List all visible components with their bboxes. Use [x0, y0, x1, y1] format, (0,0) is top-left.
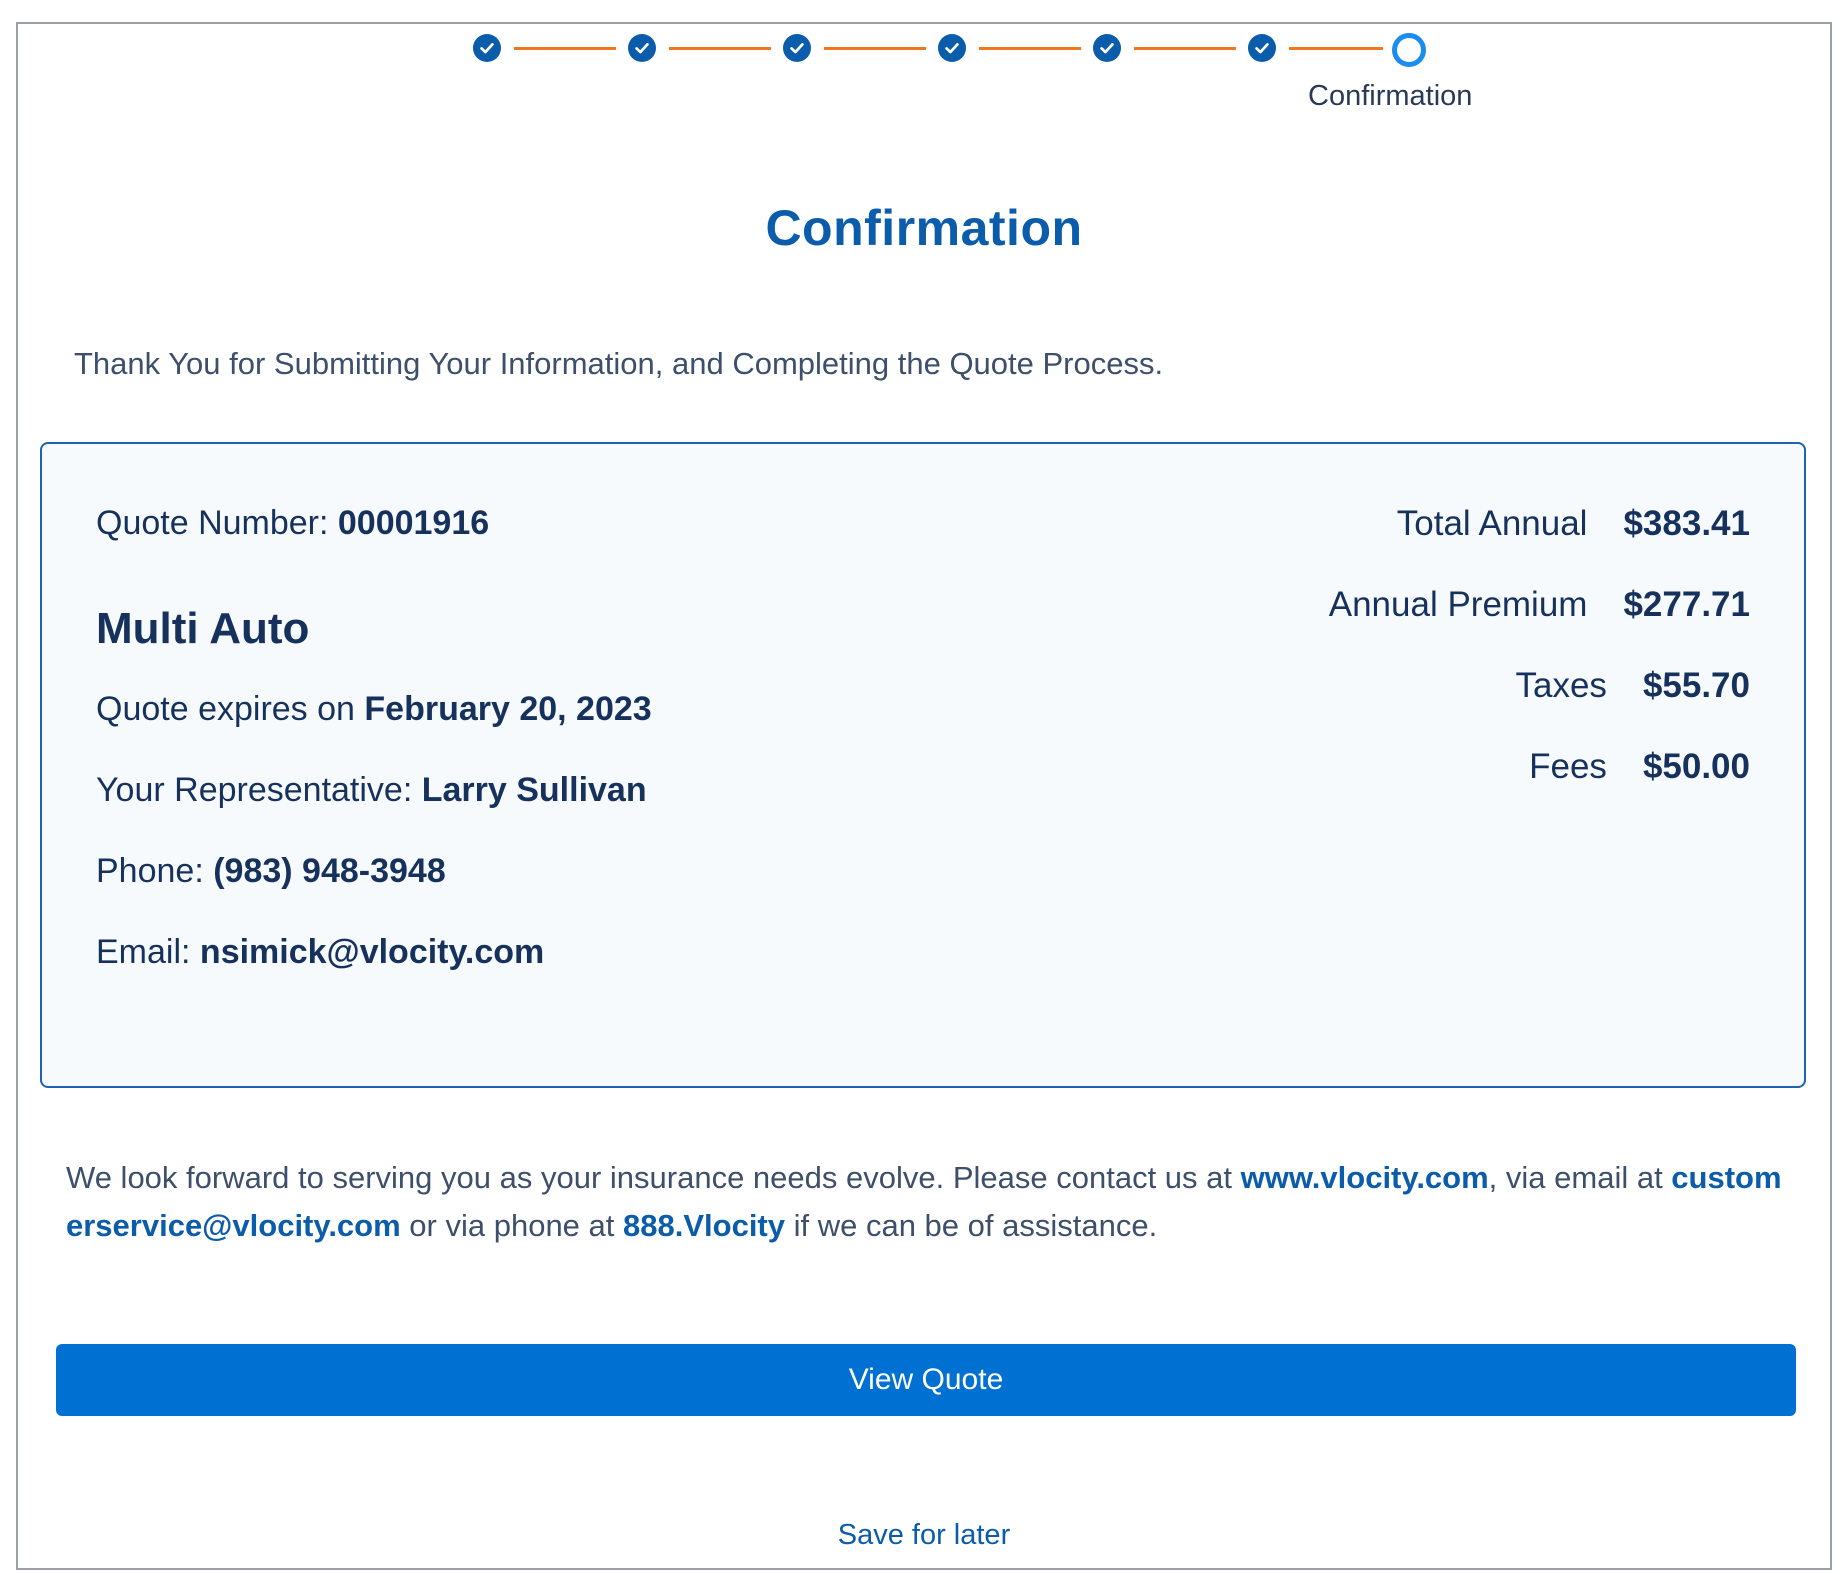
- thank-you-message: Thank You for Submitting Your Informatio…: [74, 346, 1164, 381]
- annual-premium-label: Annual Premium: [1328, 585, 1588, 624]
- quote-number-label: Quote Number:: [96, 504, 338, 542]
- support-phone-link[interactable]: 888.Vlocity: [623, 1208, 785, 1243]
- step-connector: [514, 47, 616, 50]
- step-2-check-icon: [628, 34, 656, 62]
- email-row: Email: nsimick@vlocity.com: [96, 933, 544, 972]
- phone-row: Phone: (983) 948-3948: [96, 852, 446, 891]
- quote-number-value: 00001916: [337, 504, 490, 542]
- progress-stepper: Confirmation: [18, 24, 1830, 164]
- current-step-label: Confirmation: [1308, 80, 1473, 112]
- step-6-check-icon: [1248, 34, 1276, 62]
- taxes-value: $55.70: [1642, 666, 1750, 705]
- fees-row: Fees $50.00: [1529, 747, 1750, 787]
- quote-number-row: Quote Number: 00001916: [96, 504, 489, 543]
- website-link[interactable]: www.vlocity.com: [1241, 1160, 1489, 1195]
- step-connector: [1134, 47, 1236, 50]
- total-annual-label: Total Annual: [1396, 504, 1588, 543]
- expiry-date: February 20, 2023: [364, 690, 652, 728]
- total-annual-row: Total Annual $383.41: [1397, 504, 1750, 544]
- quote-expiry-row: Quote expires on February 20, 2023: [96, 690, 652, 729]
- contact-text-3: or via phone at: [400, 1208, 624, 1243]
- phone-value: (983) 948-3948: [213, 852, 446, 890]
- step-4-check-icon: [938, 34, 966, 62]
- product-name: Multi Auto: [96, 604, 310, 653]
- page-title: Confirmation: [765, 200, 1083, 256]
- representative-label: Your Representative:: [96, 771, 422, 809]
- representative-row: Your Representative: Larry Sullivan: [96, 771, 647, 810]
- email-label: Email:: [96, 933, 200, 971]
- fees-label: Fees: [1529, 747, 1607, 786]
- step-7-current-icon: [1392, 33, 1426, 67]
- contact-text-4: if we can be of assistance.: [785, 1208, 1158, 1243]
- step-3-check-icon: [783, 34, 811, 62]
- view-quote-button[interactable]: View Quote: [56, 1344, 1796, 1416]
- annual-premium-row: Annual Premium $277.71: [1329, 585, 1750, 625]
- annual-premium-value: $277.71: [1623, 585, 1750, 624]
- step-1-check-icon: [473, 34, 501, 62]
- step-connector: [979, 47, 1081, 50]
- fees-value: $50.00: [1642, 747, 1750, 786]
- expiry-label: Quote expires on: [96, 690, 365, 728]
- taxes-row: Taxes $55.70: [1516, 666, 1751, 706]
- confirmation-panel: Confirmation Confirmation Thank You for …: [16, 22, 1832, 1570]
- quote-summary-card: Quote Number: 00001916 Multi Auto Quote …: [40, 442, 1806, 1088]
- step-connector: [1289, 47, 1383, 50]
- contact-text-1: We look forward to serving you as your i…: [66, 1160, 1241, 1195]
- contact-message: We look forward to serving you as your i…: [66, 1154, 1796, 1250]
- step-5-check-icon: [1093, 34, 1121, 62]
- step-connector: [669, 47, 771, 50]
- save-for-later-link[interactable]: Save for later: [18, 1519, 1830, 1552]
- total-annual-value: $383.41: [1623, 504, 1750, 543]
- phone-label: Phone:: [96, 852, 214, 890]
- email-value: nsimick@vlocity.com: [199, 933, 545, 971]
- step-connector: [824, 47, 926, 50]
- contact-text-2: , via email at: [1488, 1160, 1672, 1195]
- taxes-label: Taxes: [1515, 666, 1607, 705]
- representative-name: Larry Sullivan: [421, 771, 647, 809]
